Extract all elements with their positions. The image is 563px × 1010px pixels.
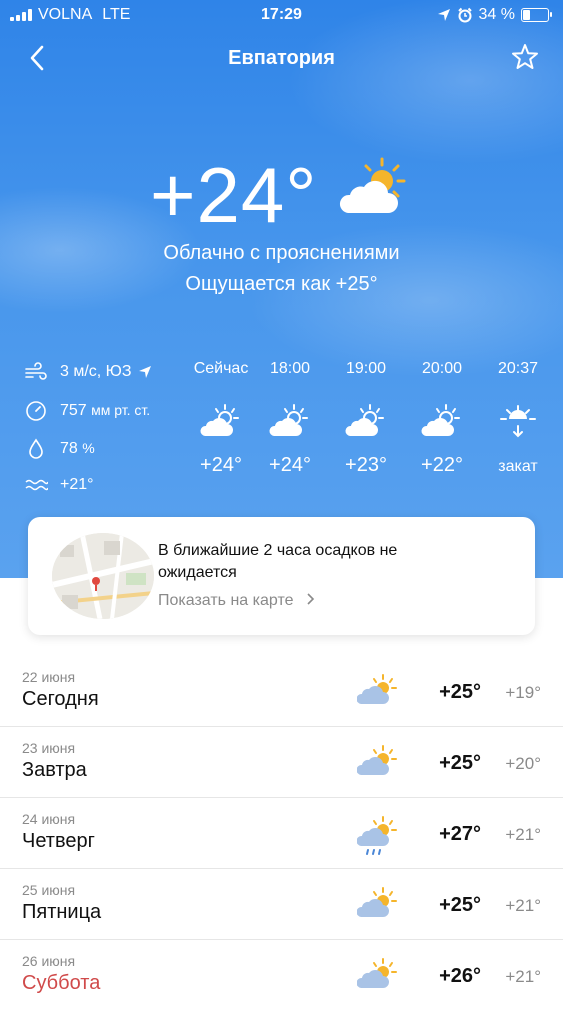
hour-column: 19:00 +23° — [329, 360, 403, 477]
partly-cloudy-icon — [357, 887, 397, 917]
pressure-unit: мм рт. ст. — [91, 402, 151, 418]
daily-row[interactable]: 22 июня Сегодня +25° +19° — [0, 656, 563, 727]
navigation-bar: Евпатория — [0, 40, 563, 76]
hour-label: 20:37 — [497, 360, 539, 377]
wind-value: 3 м/с, ЮЗ — [60, 363, 132, 380]
hour-temperature: +22° — [421, 454, 463, 476]
alarm-icon — [457, 7, 472, 23]
status-bar: VOLNA LTE 17:29 34 % — [0, 0, 563, 30]
humidity-row: 78 % — [22, 438, 95, 460]
day-date: 26 июня — [22, 953, 76, 969]
partly-cloudy-icon — [269, 404, 308, 436]
hour-label: 20:00 — [421, 360, 463, 377]
condition-text: Облачно с прояснениями — [163, 242, 400, 264]
water-temp-value: +21° — [60, 476, 94, 493]
partly-cloudy-icon — [345, 404, 384, 436]
daily-row[interactable]: 23 июня Завтра +25° +20° — [0, 727, 563, 798]
day-high-temp: +25° — [439, 752, 481, 774]
sunset-label: закат — [498, 458, 538, 475]
day-name: Сегодня — [22, 688, 99, 710]
wind-icon — [25, 362, 47, 380]
day-low-temp: +21° — [505, 825, 541, 844]
city-title: Евпатория — [228, 47, 335, 69]
battery-icon — [521, 8, 552, 22]
day-low-temp: +21° — [505, 896, 541, 915]
humidity-drop-icon — [29, 438, 43, 459]
hour-temperature: +24° — [269, 454, 311, 476]
favorite-star-icon[interactable] — [511, 42, 539, 72]
hour-temperature: +24° — [200, 454, 242, 476]
rain-sun-icon — [357, 816, 397, 855]
partly-cloudy-icon — [357, 958, 397, 988]
partly-cloudy-icon — [357, 745, 397, 775]
hour-temperature: +23° — [345, 454, 387, 476]
partly-cloudy-icon — [339, 157, 406, 213]
feels-like-text: Ощущается как +25° — [185, 273, 378, 295]
day-date: 25 июня — [22, 882, 76, 898]
chevron-right-icon — [307, 593, 315, 605]
humidity-value: 78 — [60, 440, 78, 457]
hour-column: 20:00 +22° — [405, 360, 479, 477]
precipitation-card[interactable]: В ближайшие 2 часа осадков не ожидается … — [28, 517, 535, 635]
daily-row[interactable]: 25 июня Пятница +25° +21° — [0, 869, 563, 940]
precipitation-map-thumbnail[interactable] — [52, 533, 154, 619]
partly-cloudy-icon — [357, 674, 397, 704]
sunset-icon — [500, 405, 536, 438]
day-date: 24 июня — [22, 811, 76, 827]
day-name: Суббота — [22, 972, 101, 994]
hour-column: Сейчас +24° — [184, 360, 258, 477]
hour-label: 19:00 — [345, 360, 387, 377]
day-low-temp: +21° — [505, 967, 541, 986]
precipitation-message: В ближайшие 2 часа осадков не ожидается — [158, 542, 398, 581]
day-name: Завтра — [22, 759, 87, 781]
day-low-temp: +19° — [505, 683, 541, 702]
location-arrow-icon — [437, 9, 450, 21]
water-temp-row: +21° — [22, 476, 94, 494]
wind-direction-icon — [138, 366, 151, 378]
day-name: Четверг — [22, 830, 95, 852]
hour-column: 20:37 закат — [481, 360, 555, 476]
partly-cloudy-icon — [421, 404, 460, 436]
daily-row[interactable]: 24 июня Четверг +27° +21° — [0, 798, 563, 869]
current-temperature: +24° — [150, 151, 318, 239]
pressure-gauge-icon — [26, 401, 46, 421]
partly-cloudy-icon — [200, 404, 239, 436]
day-high-temp: +27° — [439, 823, 481, 845]
hour-label: 18:00 — [269, 360, 311, 377]
humidity-unit: % — [82, 440, 95, 456]
hour-label: Сейчас — [193, 360, 249, 377]
show-on-map-link[interactable]: Показать на карте — [158, 592, 318, 610]
day-high-temp: +25° — [439, 894, 481, 916]
day-high-temp: +25° — [439, 681, 481, 703]
day-name: Пятница — [22, 901, 102, 923]
day-low-temp: +20° — [505, 754, 541, 773]
battery-percent: 34 % — [478, 6, 515, 23]
pressure-row: 757 мм рт. ст. — [22, 400, 150, 422]
wind-row: 3 м/с, ЮЗ — [22, 362, 152, 382]
hour-column: 18:00 +24° — [253, 360, 327, 477]
pressure-value: 757 — [60, 402, 87, 419]
day-date: 23 июня — [22, 740, 76, 756]
show-on-map-label: Показать на карте — [158, 592, 294, 609]
water-waves-icon — [25, 479, 48, 491]
day-high-temp: +26° — [439, 965, 481, 987]
day-date: 22 июня — [22, 669, 76, 685]
